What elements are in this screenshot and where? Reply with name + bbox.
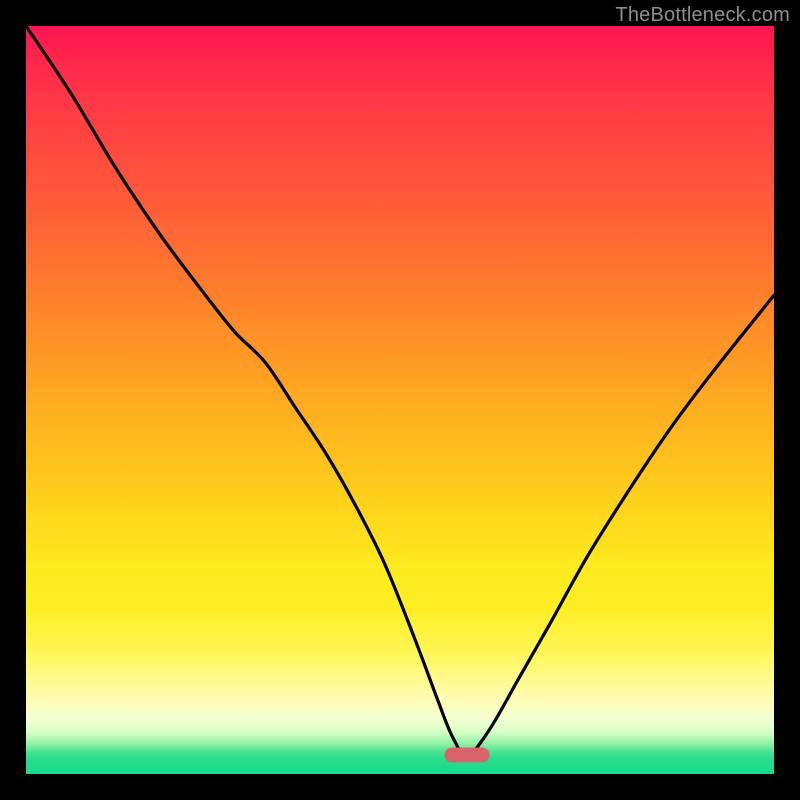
- plot-area: [26, 26, 774, 774]
- chart-frame: TheBottleneck.com: [0, 0, 800, 800]
- bottleneck-marker: [445, 748, 490, 763]
- bottleneck-curve: [26, 26, 774, 774]
- watermark: TheBottleneck.com: [615, 4, 790, 27]
